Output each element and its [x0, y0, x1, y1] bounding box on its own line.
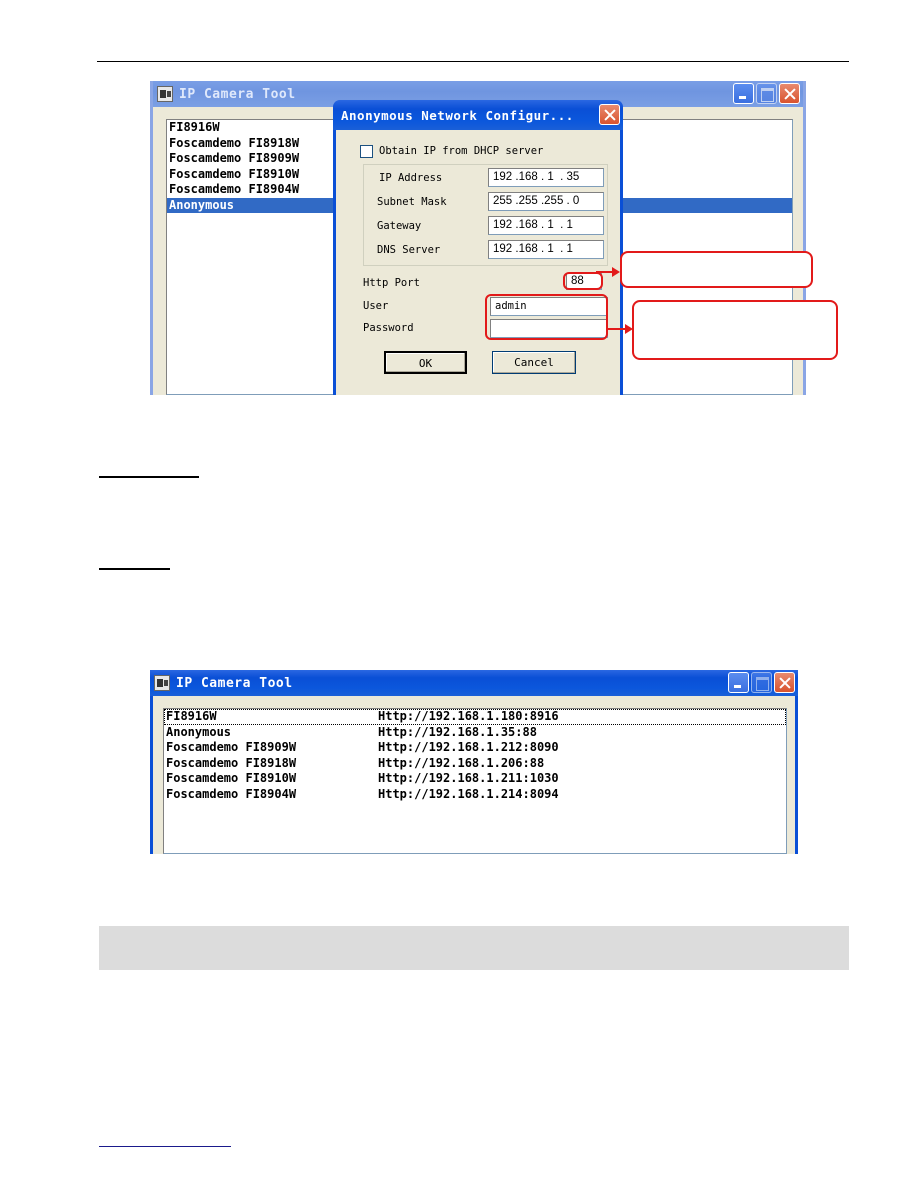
http-port-highlight [563, 272, 603, 290]
credentials-callout [632, 300, 838, 360]
device-url: Http://192.168.1.35:88 [378, 724, 537, 739]
device-name: Foscamdemo FI8910W [166, 771, 297, 785]
window-title: IP Camera Tool [176, 675, 293, 691]
ok-button[interactable]: OK [384, 351, 467, 374]
dhcp-checkbox[interactable] [360, 145, 373, 158]
device-list-item[interactable]: Foscamdemo FI8918W Http://192.168.1.206:… [164, 756, 786, 772]
annotation-connector [607, 328, 627, 330]
dialog-titlebar[interactable]: Anonymous Network Configur... [333, 100, 623, 130]
credentials-highlight [485, 294, 608, 340]
device-list-item[interactable]: FI8916W Http://192.168.1.180:8916 [164, 709, 786, 725]
note-bar [99, 926, 849, 970]
ip-address-input[interactable]: 192 .168 . 1 . 35 [488, 168, 604, 187]
dns-server-input[interactable]: 192 .168 . 1 . 1 [488, 240, 604, 259]
user-label: User [363, 300, 389, 312]
window-titlebar[interactable]: IP Camera Tool [150, 670, 798, 696]
device-url: Http://192.168.1.212:8090 [378, 740, 559, 754]
minimize-button[interactable] [728, 672, 749, 693]
annotation-arrow [612, 267, 620, 277]
gateway-input[interactable]: 192 .168 . 1 . 1 [488, 216, 604, 235]
window-title: IP Camera Tool [179, 86, 296, 102]
ip-camera-tool-window-2: IP Camera Tool FI8916W Http://192.168.1.… [150, 670, 798, 854]
subnet-mask-label: Subnet Mask [377, 196, 447, 208]
device-list-item[interactable]: Anonymous Http://192.168.1.35:88 [164, 725, 786, 741]
device-list[interactable]: FI8916W Http://192.168.1.180:8916 Anonym… [163, 708, 787, 854]
device-list-item[interactable]: Foscamdemo FI8909W Http://192.168.1.212:… [164, 740, 786, 756]
app-camera-icon [154, 675, 170, 691]
close-button[interactable] [774, 672, 795, 693]
page-header-rule [97, 61, 849, 62]
device-name: Foscamdemo FI8909W [166, 740, 297, 754]
minimize-button[interactable] [733, 83, 754, 104]
device-list-item[interactable]: Foscamdemo FI8910W Http://192.168.1.211:… [164, 771, 786, 787]
device-name: FI8916W [166, 709, 217, 723]
footer-link-underline[interactable] [99, 1146, 231, 1147]
ip-address-label: IP Address [379, 172, 443, 184]
maximize-button[interactable] [756, 83, 777, 104]
section-heading-underline [99, 568, 170, 570]
device-name: Foscamdemo FI8918W [166, 755, 297, 770]
device-name: Anonymous [166, 724, 232, 739]
section-heading-underline [99, 476, 199, 478]
cancel-button[interactable]: Cancel [492, 351, 576, 374]
device-list-item[interactable]: Foscamdemo FI8904W Http://192.168.1.214:… [164, 787, 786, 803]
http-port-label: Http Port [363, 277, 420, 289]
app-camera-icon [157, 86, 173, 102]
device-url: Http://192.168.1.214:8094 [378, 786, 559, 801]
dhcp-label: Obtain IP from DHCP server [379, 145, 544, 157]
device-name: Foscamdemo FI8904W [166, 786, 297, 801]
close-button[interactable] [779, 83, 800, 104]
network-config-dialog: Anonymous Network Configur... Obtain IP … [333, 100, 623, 395]
device-url: Http://192.168.1.206:88 [378, 755, 545, 770]
device-url: Http://192.168.1.180:8916 [378, 709, 559, 723]
maximize-button[interactable] [751, 672, 772, 693]
gateway-label: Gateway [377, 220, 422, 232]
http-port-callout [620, 251, 813, 288]
dialog-title: Anonymous Network Configur... [341, 107, 574, 123]
dialog-close-button[interactable] [599, 104, 620, 125]
subnet-mask-input[interactable]: 255 .255 .255 . 0 [488, 192, 604, 211]
device-url: Http://192.168.1.211:1030 [378, 771, 559, 785]
password-label: Password [363, 322, 414, 334]
dns-server-label: DNS Server [377, 244, 441, 256]
